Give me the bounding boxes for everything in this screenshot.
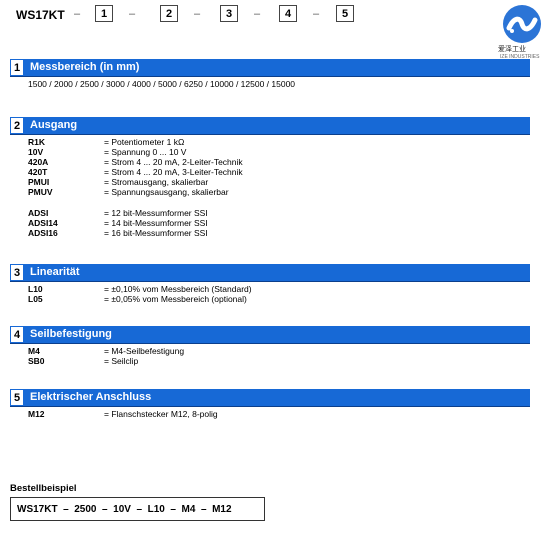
option-code: L10 [28, 284, 43, 294]
option-box-1: 1 [95, 5, 113, 22]
option-description: = Seilclip [104, 356, 139, 366]
section-title: Ausgang [30, 119, 78, 131]
option-code: M12 [28, 409, 45, 419]
option-code: M4 [28, 346, 40, 356]
range-values: 1500 / 2000 / 2500 / 3000 / 4000 / 5000 … [28, 79, 296, 89]
section-header-elektrischer-anschluss: 5 Elektrischer Anschluss [10, 389, 530, 407]
option-box-2: 2 [160, 5, 178, 22]
option-description: = Flanschstecker M12, 8-polig [104, 409, 218, 419]
option-code: L05 [28, 294, 43, 304]
section-title: Elektrischer Anschluss [30, 391, 152, 403]
example-order-code-box: WS17KT – 2500 – 10V – L10 – M4 – M12 [10, 497, 265, 521]
section-number: 3 [10, 264, 24, 281]
dash: – [313, 8, 320, 20]
section-title: Linearität [30, 266, 80, 278]
option-description: = Stromausgang, skalierbar [104, 177, 209, 187]
option-description: = Spannungsausgang, skalierbar [104, 187, 229, 197]
option-code: R1K [28, 137, 46, 147]
option-description: = 16 bit-Messumformer SSI [104, 228, 208, 238]
section-header-seilbefestigung: 4 Seilbefestigung [10, 326, 530, 344]
example-order-code: WS17KT – 2500 – 10V – L10 – M4 – M12 [17, 503, 232, 515]
section-header-ausgang: 2 Ausgang [10, 117, 530, 135]
option-box-5: 5 [336, 5, 354, 22]
option-description: = 14 bit-Messumformer SSI [104, 218, 208, 228]
option-code: SB0 [28, 356, 45, 366]
option-code: ADSI14 [28, 218, 58, 228]
option-description: = Strom 4 ... 20 mA, 2-Leiter-Technik [104, 157, 243, 167]
model-code: WS17KT [16, 8, 65, 22]
option-code: PMUI [28, 177, 50, 187]
option-description: = ±0,10% vom Messbereich (Standard) [104, 284, 252, 294]
company-logo [503, 5, 541, 43]
option-box-3: 3 [220, 5, 238, 22]
logo-chinese-text: 爱泽工业 [498, 46, 526, 53]
section-title: Messbereich (in mm) [30, 61, 140, 73]
option-description: = Potentiometer 1 kΩ [104, 137, 185, 147]
option-box-4: 4 [279, 5, 297, 22]
option-code: 420T [28, 167, 48, 177]
section-number: 5 [10, 389, 24, 406]
dash: – [129, 8, 136, 20]
section-number: 2 [10, 117, 24, 134]
example-label: Bestellbeispiel [10, 483, 77, 494]
option-code: PMUV [28, 187, 53, 197]
option-code: 10V [28, 147, 44, 157]
option-description: = Strom 4 ... 20 mA, 3-Leiter-Technik [104, 167, 243, 177]
option-description: = 12 bit-Messumformer SSI [104, 208, 208, 218]
dash: – [74, 8, 81, 20]
dash: – [194, 8, 201, 20]
section-header-messbereich: 1 Messbereich (in mm) [10, 59, 530, 77]
option-description: = M4-Seilbefestigung [104, 346, 185, 356]
section-number: 4 [10, 326, 24, 343]
section-header-linearitaet: 3 Linearität [10, 264, 530, 282]
dash: – [254, 8, 261, 20]
section-title: Seilbefestigung [30, 328, 112, 340]
option-code: ADSI16 [28, 228, 58, 238]
option-description: = ±0,05% vom Messbereich (optional) [104, 294, 247, 304]
option-code: ADSI [28, 208, 49, 218]
option-description: = Spannung 0 ... 10 V [104, 147, 187, 157]
section-number: 1 [10, 59, 24, 76]
option-code: 420A [28, 157, 49, 167]
